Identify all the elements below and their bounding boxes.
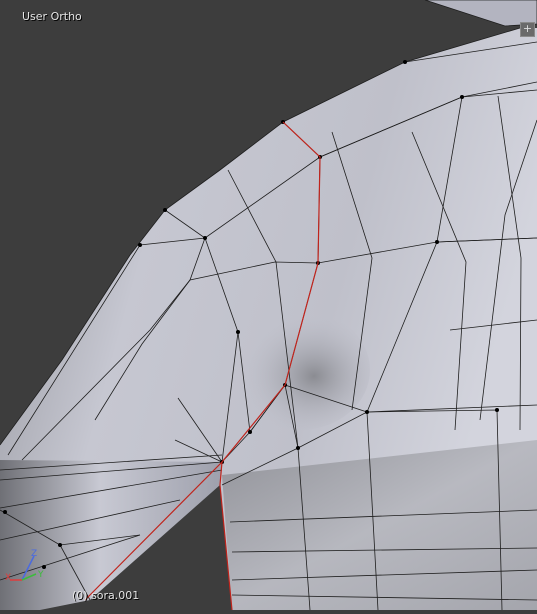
arm-surface — [0, 460, 222, 610]
mesh-render[interactable]: Z X Y — [0, 0, 537, 611]
3d-viewport[interactable]: Z X Y User Ortho (0) sora.001 + — [0, 0, 537, 611]
axis-y-label: Y — [37, 570, 44, 580]
axis-z-label: Z — [31, 549, 37, 559]
viewport-split-widget[interactable]: + — [520, 22, 535, 37]
axis-x-label: X — [5, 573, 11, 583]
active-object-label: (0) sora.001 — [72, 589, 140, 602]
view-name-label: User Ortho — [22, 10, 82, 23]
